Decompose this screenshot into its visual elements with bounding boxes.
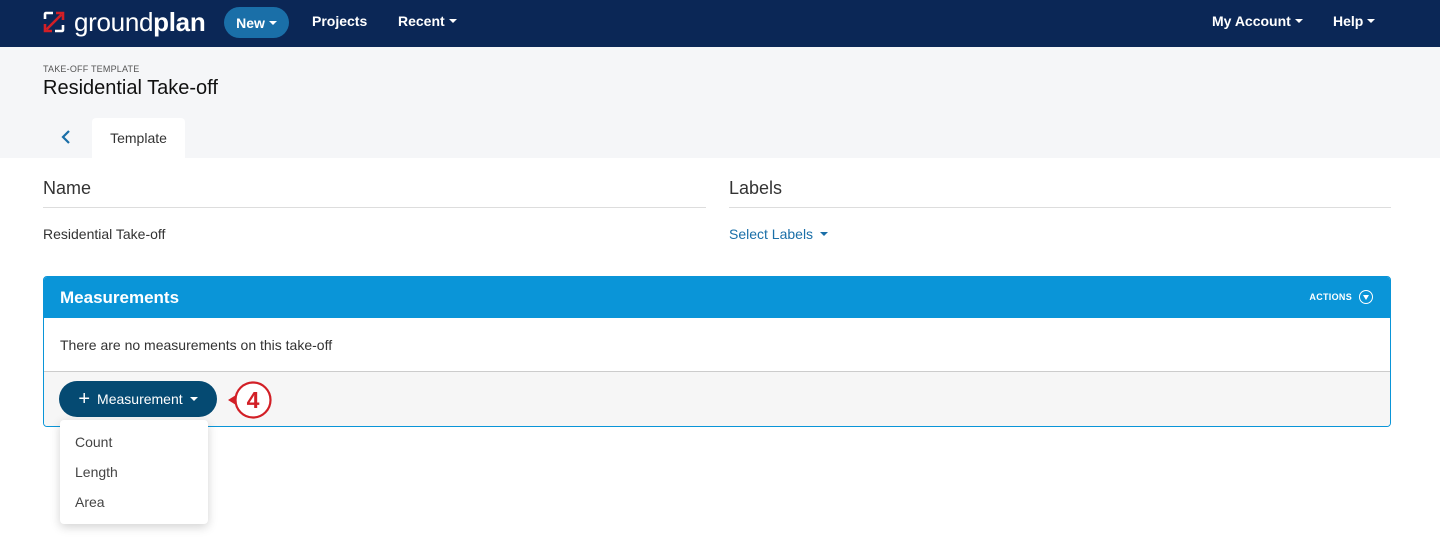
callout-number: 4 [247,387,260,413]
logo[interactable]: groundplan [42,7,206,37]
page-header: TAKE-OFF TEMPLATE Residential Take-off T… [0,47,1440,158]
panel-header: Measurements ACTIONS [44,277,1390,318]
page-eyebrow: TAKE-OFF TEMPLATE [43,64,140,74]
nav-projects[interactable]: Projects [312,13,367,29]
actions-button[interactable]: ACTIONS [1309,290,1373,304]
menu-item-count[interactable]: Count [75,434,112,450]
caret-down-icon [1294,19,1303,23]
add-measurement-button[interactable]: + Measurement [59,381,217,417]
menu-item-area[interactable]: Area [75,494,105,510]
divider [729,207,1391,208]
account-label: My Account [1212,13,1291,29]
step-callout: 4 [228,381,272,419]
labels-field-label: Labels [729,178,783,198]
menu-item-length[interactable]: Length [75,464,118,480]
caret-down-icon [189,397,198,401]
add-measurement-label: Measurement [97,391,183,407]
measurement-type-menu: Count Length Area [60,420,208,524]
groundplan-logo-icon [43,11,65,33]
tab-template[interactable]: Template [92,118,185,158]
tab-label: Template [110,130,167,146]
caret-down-icon [268,20,277,25]
circle-caret-down-icon [1359,290,1373,304]
select-labels-label: Select Labels [729,226,814,242]
recent-label: Recent [398,13,445,29]
back-button[interactable] [58,127,76,147]
select-labels-dropdown[interactable]: Select Labels [729,226,829,242]
empty-message: There are no measurements on this take-o… [60,337,333,353]
new-menu-button[interactable]: New [224,7,289,38]
caret-down-icon [820,232,829,236]
caret-down-icon [448,19,457,23]
name-field-label: Name [43,178,92,198]
plus-icon: + [78,388,91,410]
name-field-value: Residential Take-off [43,226,166,242]
page-title: Residential Take-off [43,77,218,99]
panel-body: There are no measurements on this take-o… [44,318,1390,372]
nav-my-account[interactable]: My Account [1212,13,1303,29]
chevron-left-icon [61,130,70,144]
actions-label: ACTIONS [1309,292,1352,302]
new-label: New [236,14,265,31]
top-navbar: groundplan New Projects Recent My Accoun… [0,0,1440,47]
nav-recent[interactable]: Recent [398,13,457,29]
caret-down-icon [1367,19,1376,23]
projects-label: Projects [312,13,368,29]
logo-text: groundplan [74,7,206,37]
nav-help[interactable]: Help [1333,13,1376,29]
help-label: Help [1333,13,1364,29]
panel-title: Measurements [60,288,180,307]
divider [43,207,706,208]
